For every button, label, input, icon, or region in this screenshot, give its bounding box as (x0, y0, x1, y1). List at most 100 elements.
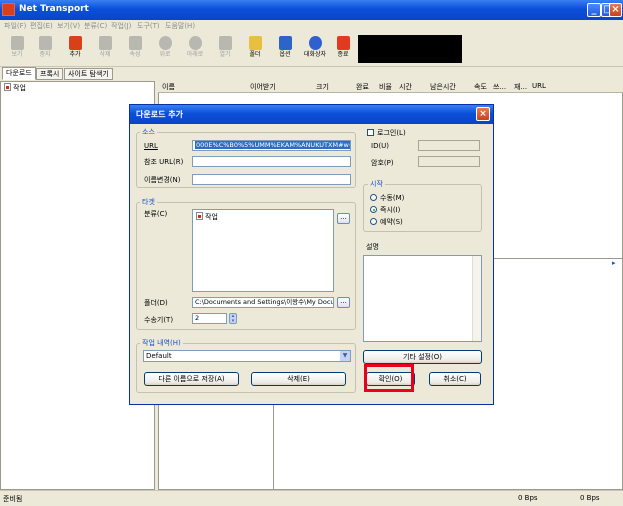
menu-view[interactable]: 보기(V) (57, 21, 80, 31)
properties-icon (128, 36, 142, 50)
options-icon (278, 36, 292, 50)
toolbar-move-down-button[interactable]: 아래로 (184, 35, 206, 65)
toolbar-options-button[interactable]: 옵션 (274, 35, 296, 65)
description-label: 설명 (366, 243, 379, 251)
column-time[interactable]: 시간 (399, 82, 412, 92)
tree-item-job[interactable]: 작업 (4, 83, 26, 93)
toolbar-help-button[interactable]: 대화상자 (304, 35, 326, 65)
url-input[interactable]: 000E%C%B0%5%UMM%EKAM%ANUKUTXM#w=1 (192, 140, 351, 151)
folder-browse-button[interactable]: ... (337, 297, 350, 308)
source-group-label: 소스 (140, 127, 157, 137)
menu-help[interactable]: 도움말(H) (165, 21, 195, 31)
toolbar-properties-button[interactable]: 속성 (124, 35, 146, 65)
category-browse-button[interactable]: ... (337, 213, 350, 224)
menu-tools[interactable]: 도구(T) (137, 21, 160, 31)
folder-icon (248, 36, 262, 50)
column-name[interactable]: 이름 (162, 82, 175, 92)
cancel-button[interactable]: 취소(C) (429, 372, 481, 386)
radio-selected-icon (370, 206, 377, 213)
toolbar-exit-button[interactable]: 종료 (332, 35, 354, 65)
status-speed-up: 0 Bps (580, 494, 600, 502)
toolbar-move-up-button[interactable]: 위로 (154, 35, 176, 65)
splits-label: 수송기(T) (144, 316, 174, 324)
scroll-right-arrow-icon[interactable]: ▸ (612, 259, 616, 267)
status-bar: 준비됨 0 Bps 0 Bps (0, 490, 623, 506)
open-file-icon (218, 36, 232, 50)
column-url[interactable]: URL (532, 82, 546, 90)
help-icon (308, 36, 322, 50)
dialog-title-bar: 다운로드 추가 × (130, 105, 493, 124)
tab-bar: 다운로드 프록시 사이트 탐색기 (0, 67, 155, 81)
start-scheduled-radio[interactable]: 예약(S) (370, 217, 403, 227)
delete-history-button[interactable]: 삭제(E) (251, 372, 346, 386)
history-group-label: 작업 내역(H) (140, 338, 183, 348)
menu-job[interactable]: 작업(J) (111, 21, 131, 31)
splits-input[interactable]: 2 (192, 313, 227, 324)
close-button[interactable]: × (609, 3, 622, 17)
delete-icon (98, 36, 112, 50)
tab-download[interactable]: 다운로드 (2, 67, 36, 80)
category-label: 분류(C) (144, 210, 168, 218)
black-panel (358, 35, 462, 63)
toolbar-add-button[interactable]: 추가 (64, 35, 86, 65)
tab-proxy[interactable]: 프록시 (36, 68, 64, 80)
status-text: 준비됨 (3, 495, 23, 503)
login-checkbox[interactable]: 로그인(L) (367, 128, 406, 138)
rename-label: 이름변경(N) (144, 176, 181, 184)
column-remaining[interactable]: 남은시간 (430, 82, 456, 92)
password-input[interactable] (418, 156, 480, 167)
tab-site-explorer[interactable]: 사이트 탐색기 (64, 68, 113, 80)
split-line-horizontal (494, 258, 623, 259)
add-download-dialog: 다운로드 추가 × 소스 URL 000E%C%B0%5%UMM%EKAM%AN… (129, 104, 494, 405)
menu-file[interactable]: 파일(F) (4, 21, 26, 31)
description-scrollbar[interactable] (472, 256, 481, 341)
menu-bar: 파일(F) 편집(E) 보기(V) 분류(C) 작업(J) 도구(T) 도움말(… (0, 20, 623, 33)
toolbar-delete-button[interactable]: 삭제 (94, 35, 116, 65)
menu-edit[interactable]: 편집(E) (30, 21, 53, 31)
target-group-label: 타겟 (140, 197, 157, 207)
save-as-button[interactable]: 다른 이름으로 저장(A) (144, 372, 239, 386)
toolbar: 보기 중지 추가 삭제 속성 위로 아래로 열기 폴더 옵션 대화상자 종료 (0, 33, 623, 67)
column-ratio[interactable]: 비율 (379, 82, 392, 92)
window-title: Net Transport (19, 4, 89, 14)
splits-spinner[interactable]: ▴ ▾ (229, 313, 237, 324)
referer-input[interactable] (192, 156, 351, 167)
start-immediate-radio[interactable]: 즉시(I) (370, 205, 400, 215)
column-size[interactable]: 크기 (316, 82, 329, 92)
column-complete[interactable]: 완료 (356, 82, 369, 92)
chevron-down-icon: ▼ (340, 351, 350, 361)
folder-input[interactable]: C:\Documents and Settings\이왕수\My Docum (192, 297, 334, 308)
column-retries[interactable]: 재... (514, 82, 527, 92)
toolbar-folder-button[interactable]: 폴더 (244, 35, 266, 65)
column-header: 이름 이어받기 크기 완료 비율 시간 남은시간 속도 쓰... 재... UR… (158, 81, 623, 93)
category-list[interactable]: 작업 (192, 209, 334, 292)
menu-category[interactable]: 분류(C) (84, 21, 107, 31)
other-settings-button[interactable]: 기타 설정(O) (363, 350, 482, 364)
toolbar-stop-button[interactable]: 중지 (34, 35, 56, 65)
url-input-value: 000E%C%B0%5%UMM%EKAM%ANUKUTXM#w=1 (195, 141, 350, 149)
description-textarea[interactable] (363, 255, 482, 342)
minimize-button[interactable]: _ (587, 3, 601, 17)
category-item-job[interactable]: 작업 (196, 212, 218, 222)
radio-icon (370, 194, 377, 201)
open-icon (10, 36, 24, 50)
main-title-bar: Net Transport _ □ × (0, 0, 623, 20)
column-threads[interactable]: 쓰... (493, 82, 506, 92)
move-down-icon (188, 36, 202, 50)
split-line-vertical (273, 405, 274, 490)
column-speed[interactable]: 속도 (474, 82, 487, 92)
start-manual-radio[interactable]: 수동(M) (370, 193, 404, 203)
rename-input[interactable] (192, 174, 351, 185)
toolbar-view-button[interactable]: 보기 (6, 35, 28, 65)
job-folder-icon (4, 83, 11, 91)
history-select[interactable]: Default ▼ (143, 350, 351, 362)
radio-icon (370, 218, 377, 225)
id-label: ID(U) (371, 142, 390, 150)
dialog-close-button[interactable]: × (476, 107, 490, 121)
url-label: URL (144, 142, 158, 150)
stop-icon (38, 36, 52, 50)
password-label: 암호(P) (371, 159, 394, 167)
toolbar-open-button[interactable]: 열기 (214, 35, 236, 65)
column-resume[interactable]: 이어받기 (250, 82, 276, 92)
id-input[interactable] (418, 140, 480, 151)
